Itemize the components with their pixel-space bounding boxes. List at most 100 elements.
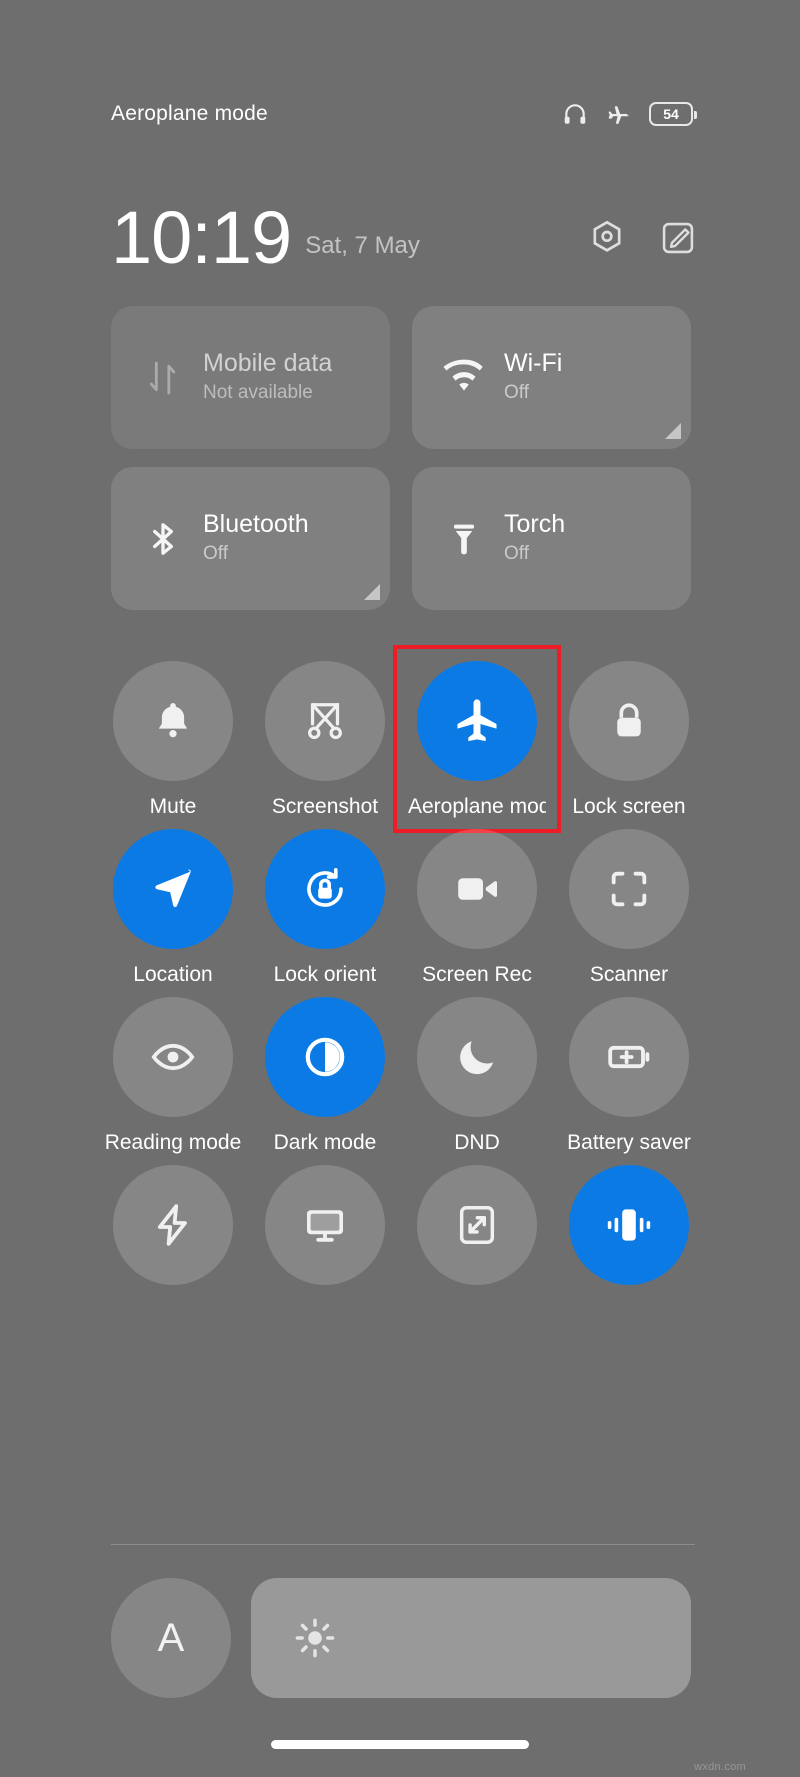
clock-time: 10:19: [111, 195, 292, 279]
toggle-lock-screen[interactable]: Lock screen: [553, 655, 705, 819]
toggle-lock-screen-circle[interactable]: [569, 661, 689, 781]
mobile-data-arrows-icon: [137, 358, 189, 398]
resize-arrows-icon: [454, 1202, 500, 1248]
tile-bluetooth-subtitle: Off: [203, 542, 228, 564]
toggle-dnd-label: DND: [454, 1131, 500, 1154]
toggle-screen-rec-label: Screen Rec: [422, 963, 532, 986]
tile-expand-corner-icon[interactable]: [364, 584, 380, 600]
toggle-dark-mode[interactable]: Dark mode: [249, 991, 401, 1155]
toggle-dark-mode-label: Dark mode: [273, 1131, 377, 1154]
toggle-battery-saver[interactable]: Battery saver: [553, 991, 705, 1155]
location-arrow-icon: [149, 865, 197, 913]
toggle-reading-mode[interactable]: Reading mode: [97, 991, 249, 1155]
brightness-row: A: [111, 1578, 691, 1698]
toggle-mute[interactable]: Mute: [97, 655, 249, 819]
hexagon-settings-icon[interactable]: [587, 218, 627, 258]
header-actions: [587, 218, 697, 258]
status-bar-title: Aeroplane mode: [111, 102, 268, 125]
brightness-slider[interactable]: [251, 1578, 691, 1698]
status-bar-icons: 54: [562, 101, 697, 128]
toggle-battery-saver-circle[interactable]: [569, 997, 689, 1117]
toggle-location-label: Location: [133, 963, 213, 986]
toggle-screenshot-label: Screenshot: [271, 795, 379, 818]
toggle-lock-orient-circle[interactable]: [265, 829, 385, 949]
tile-torch-subtitle: Off: [504, 542, 529, 564]
tile-bluetooth-text: Bluetooth Off: [203, 510, 309, 566]
auto-brightness-button[interactable]: A: [111, 1578, 231, 1698]
toggle-quick-charge[interactable]: [97, 1159, 249, 1285]
toggle-screenshot-circle[interactable]: [265, 661, 385, 781]
battery-percent-label: 54: [663, 106, 679, 122]
toggle-lock-orient[interactable]: Lock orient: [249, 823, 401, 987]
tile-mobile-data-text: Mobile data Not available: [203, 349, 332, 405]
lightning-bolt-icon: [149, 1201, 197, 1249]
airplane-icon: [605, 101, 632, 128]
toggle-scanner[interactable]: Scanner: [553, 823, 705, 987]
toggle-cast-circle[interactable]: [265, 1165, 385, 1285]
clock-header: 10:19 Sat, 7 May: [111, 180, 697, 279]
toggle-location-circle[interactable]: [113, 829, 233, 949]
battery-icon: 54: [649, 102, 697, 126]
tile-wifi[interactable]: Wi-Fi Off: [412, 306, 691, 449]
watermark: wxdn.com: [694, 1761, 746, 1773]
scissors-icon: [302, 698, 348, 744]
toggle-row-3: Reading mode Dark mode DND Battery saver: [97, 991, 705, 1155]
toggle-fullscreen[interactable]: [401, 1159, 553, 1285]
tile-bluetooth[interactable]: Bluetooth Off: [111, 467, 390, 610]
torch-icon: [438, 519, 490, 559]
panel-divider: [111, 1544, 695, 1545]
toggle-scanner-label: Scanner: [589, 963, 669, 986]
toggle-dnd[interactable]: DND: [401, 991, 553, 1155]
status-bar: Aeroplane mode 54: [47, 92, 753, 136]
toggle-lock-screen-label: Lock screen: [572, 795, 686, 818]
clock-date: Sat, 7 May: [305, 232, 420, 259]
toggle-screen-rec[interactable]: Screen Rec: [401, 823, 553, 987]
monitor-cast-icon: [301, 1201, 349, 1249]
padlock-icon: [607, 699, 651, 743]
quick-toggle-grid: Mute Screenshot Aeroplane mod Lock scree…: [97, 645, 705, 1289]
toggle-row-2: Location Lock orient Screen Rec Scanner: [97, 823, 705, 987]
bluetooth-icon: [137, 519, 189, 559]
vibrate-icon: [605, 1201, 653, 1249]
toggle-aeroplane-mode[interactable]: Aeroplane mode: [393, 645, 561, 833]
eye-icon: [149, 1033, 197, 1081]
tile-torch-title: Torch: [504, 510, 566, 539]
headphones-icon: [562, 101, 588, 127]
tile-expand-corner-icon[interactable]: [665, 423, 681, 439]
toggle-dark-mode-circle[interactable]: [265, 997, 385, 1117]
quick-settings-panel: Aeroplane mode 54 10:19 Sat, 7 May Mobil…: [47, 0, 753, 1777]
toggle-vibrate[interactable]: [553, 1159, 705, 1285]
toggle-aeroplane-mode-label: Aeroplane mode: [408, 795, 546, 818]
toggle-reading-mode-circle[interactable]: [113, 997, 233, 1117]
tile-torch-text: Torch Off: [504, 510, 565, 566]
toggle-aeroplane-mode-circle[interactable]: [417, 661, 537, 781]
tile-mobile-data-title: Mobile data: [203, 349, 333, 378]
video-camera-icon: [453, 865, 501, 913]
tile-bluetooth-title: Bluetooth: [203, 510, 309, 539]
toggle-reading-mode-label: Reading mode: [104, 1131, 242, 1154]
toggle-cast[interactable]: [249, 1159, 401, 1285]
edit-pencil-icon[interactable]: [659, 219, 697, 257]
sun-icon: [293, 1616, 337, 1660]
toggle-mute-circle[interactable]: [113, 661, 233, 781]
toggle-location[interactable]: Location: [97, 823, 249, 987]
tile-torch[interactable]: Torch Off: [412, 467, 691, 610]
tile-wifi-subtitle: Off: [504, 381, 529, 403]
toggle-screenshot[interactable]: Screenshot: [249, 655, 401, 819]
contrast-icon: [301, 1033, 349, 1081]
connectivity-tiles: Mobile data Not available Wi-Fi Off Blue…: [111, 306, 691, 610]
tile-wifi-text: Wi-Fi Off: [504, 349, 562, 405]
scan-frame-icon: [606, 866, 652, 912]
tile-wifi-title: Wi-Fi: [504, 349, 563, 378]
toggle-scanner-circle[interactable]: [569, 829, 689, 949]
toggle-fullscreen-circle[interactable]: [417, 1165, 537, 1285]
toggle-screen-rec-circle[interactable]: [417, 829, 537, 949]
wifi-icon: [438, 356, 490, 400]
home-indicator[interactable]: [271, 1740, 529, 1749]
tile-mobile-data[interactable]: Mobile data Not available: [111, 306, 390, 449]
toggle-dnd-circle[interactable]: [417, 997, 537, 1117]
toggle-battery-saver-label: Battery saver: [567, 1131, 691, 1154]
toggle-row-1: Mute Screenshot Aeroplane mod Lock scree…: [97, 645, 705, 833]
toggle-vibrate-circle[interactable]: [569, 1165, 689, 1285]
toggle-quick-charge-circle[interactable]: [113, 1165, 233, 1285]
